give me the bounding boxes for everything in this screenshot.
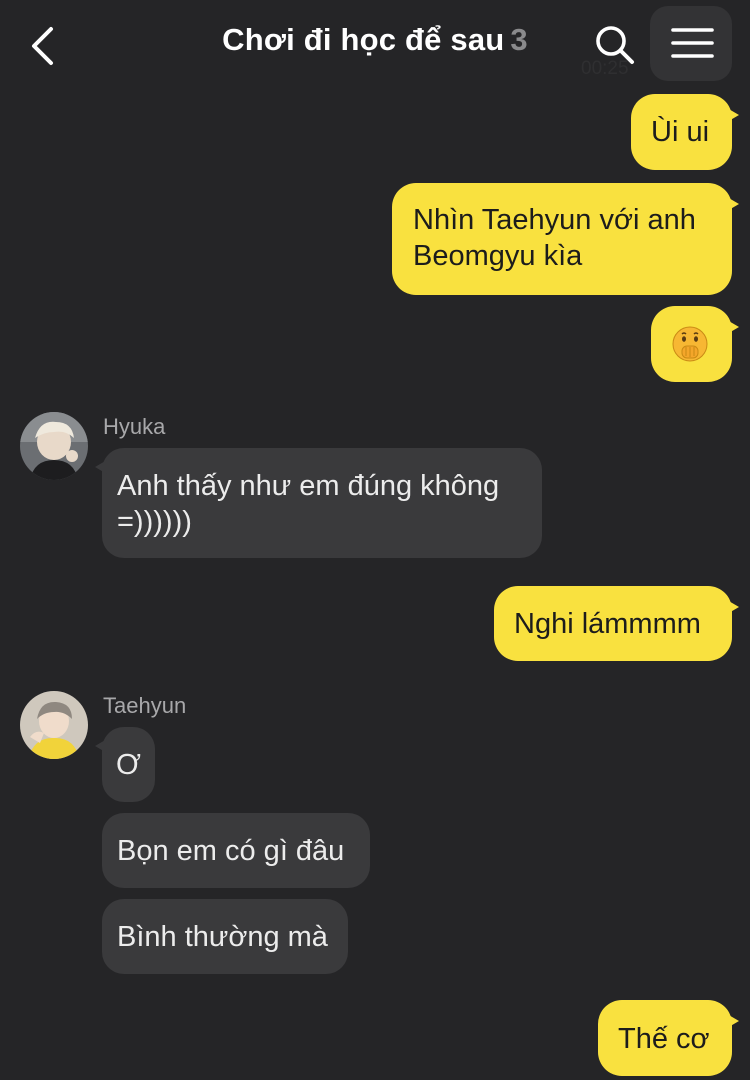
incoming-message[interactable]: Anh thấy như em đúng không =)))))) xyxy=(95,448,542,558)
message-text-line: Nhìn Taehyun với anh xyxy=(413,204,696,236)
profile-photo xyxy=(20,412,88,480)
chat-name: Chơi đi học để sau xyxy=(222,22,505,57)
incoming-message[interactable]: Bình thường mà xyxy=(102,899,348,974)
outgoing-message[interactable]: Ùi ui xyxy=(631,94,739,170)
sender-name: Taehyun xyxy=(103,693,187,718)
search-button[interactable] xyxy=(590,20,640,70)
outgoing-message[interactable]: Thế cơ xyxy=(598,1000,739,1076)
incoming-message[interactable]: Bọn em có gì đâu xyxy=(102,813,370,888)
message-text-line: Anh thấy như em đúng không xyxy=(117,470,500,502)
profile-photo xyxy=(20,691,88,759)
avatar-hyuka[interactable] xyxy=(20,412,88,480)
message-text-line: =)))))) xyxy=(117,506,192,538)
hamburger-menu-icon xyxy=(671,28,714,58)
sender-name: Hyuka xyxy=(103,414,166,439)
chat-screen: 00:25 Chơi đi học để sau 3 Ùi ui Nhìn Tae… xyxy=(0,0,750,1080)
avatar-taehyun[interactable] xyxy=(20,691,88,759)
menu-button[interactable] xyxy=(650,6,732,81)
message-text: Nghi lámmmm xyxy=(514,608,701,640)
message-text: Bình thường mà xyxy=(117,921,328,953)
member-count: 3 xyxy=(510,22,528,57)
message-text-line: Beomgyu kìa xyxy=(413,240,583,272)
search-icon xyxy=(596,26,634,64)
message-text: Bọn em có gì đâu xyxy=(117,835,345,867)
hand-over-mouth-emoji-icon xyxy=(672,326,708,362)
message-text: Thế cơ xyxy=(618,1023,710,1055)
message-text: Ùi ui xyxy=(651,116,710,148)
chat-header: 00:25 Chơi đi học để sau 3 xyxy=(0,0,750,88)
outgoing-message[interactable]: Nhìn Taehyun với anh Beomgyu kìa xyxy=(392,183,739,295)
message-text: Ơ xyxy=(116,749,141,781)
outgoing-message[interactable]: Nghi lámmmm xyxy=(494,586,739,661)
incoming-message[interactable]: Ơ xyxy=(95,727,155,802)
